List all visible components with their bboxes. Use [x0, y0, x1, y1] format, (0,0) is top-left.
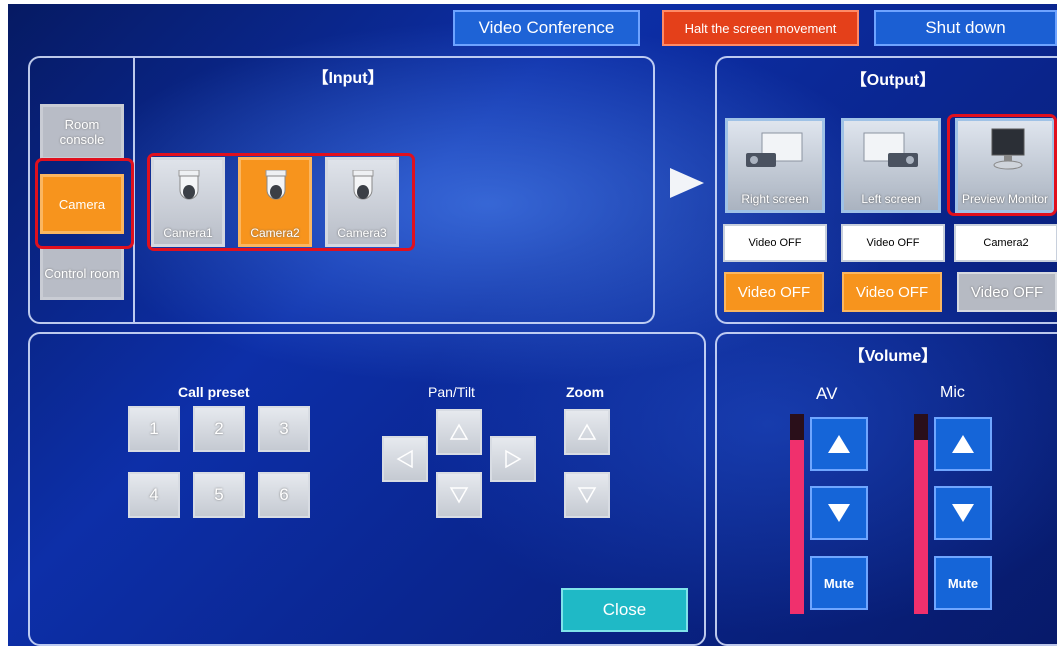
av-level-fill	[790, 440, 804, 614]
pan-tilt-label: Pan/Tilt	[428, 384, 475, 400]
mic-level-fill	[914, 440, 928, 614]
camera-source-highlight	[35, 158, 134, 249]
close-button[interactable]: Close	[561, 588, 688, 632]
video-conference-button[interactable]: Video Conference	[453, 10, 640, 46]
output-status: Video OFF	[841, 224, 945, 262]
av-volume-down-button[interactable]	[810, 486, 868, 540]
output-right-screen-button[interactable]: Right screen	[725, 118, 825, 213]
arrow-down-icon	[449, 487, 469, 504]
pan-right-button[interactable]	[490, 436, 536, 482]
av-label: AV	[816, 384, 838, 403]
av-level-meter	[790, 414, 804, 614]
output-title: 【Output】	[850, 72, 936, 89]
tilt-up-button[interactable]	[436, 409, 482, 455]
preview-monitor-highlight	[947, 114, 1057, 216]
mic-volume-down-button[interactable]	[934, 486, 992, 540]
volume-panel	[715, 332, 1057, 646]
zoom-out-button[interactable]	[564, 472, 610, 518]
pan-left-button[interactable]	[382, 436, 428, 482]
shut-down-button[interactable]: Shut down	[874, 10, 1057, 46]
mic-volume-up-button[interactable]	[934, 417, 992, 471]
arrow-down-icon	[828, 504, 850, 522]
preset-3-button[interactable]: 3	[258, 406, 310, 452]
video-off-button[interactable]: Video OFF	[842, 272, 942, 312]
route-arrow-icon	[670, 168, 704, 198]
preset-5-button[interactable]: 5	[193, 472, 245, 518]
projector-icon	[863, 132, 918, 167]
input-title: 【Input】	[312, 70, 384, 87]
arrow-right-icon	[505, 449, 522, 469]
output-label: Right screen	[741, 192, 809, 206]
preset-1-button[interactable]: 1	[128, 406, 180, 452]
projector-icon	[746, 132, 803, 167]
control-screen: Video Conference Halt the screen movemen…	[8, 4, 1057, 646]
arrow-down-icon	[577, 487, 597, 504]
zoom-label: Zoom	[566, 384, 605, 400]
output-label: Left screen	[861, 192, 921, 206]
preset-4-button[interactable]: 4	[128, 472, 180, 518]
arrow-up-icon	[952, 435, 974, 453]
video-off-button[interactable]: Video OFF	[957, 272, 1057, 312]
call-preset-label: Call preset	[178, 384, 250, 400]
tilt-down-button[interactable]	[436, 472, 482, 518]
arrow-left-icon	[396, 449, 413, 469]
halt-screen-movement-button[interactable]: Halt the screen movement	[662, 10, 859, 46]
camera-selection-highlight	[147, 153, 415, 251]
volume-title: 【Volume】	[848, 348, 938, 365]
mic-mute-button[interactable]: Mute	[934, 556, 992, 610]
av-volume-up-button[interactable]	[810, 417, 868, 471]
source-room-console-button[interactable]: Room console	[40, 104, 124, 160]
av-mute-button[interactable]: Mute	[810, 556, 868, 610]
arrow-up-icon	[577, 423, 597, 440]
source-control-room-button[interactable]: Control room	[40, 246, 124, 300]
output-left-screen-button[interactable]: Left screen	[841, 118, 941, 213]
source-label: Control room	[44, 265, 120, 281]
arrow-down-icon	[952, 504, 974, 522]
output-status: Video OFF	[723, 224, 827, 262]
preset-2-button[interactable]: 2	[193, 406, 245, 452]
mic-label: Mic	[940, 384, 965, 401]
preset-6-button[interactable]: 6	[258, 472, 310, 518]
arrow-up-icon	[828, 435, 850, 453]
zoom-in-button[interactable]	[564, 409, 610, 455]
arrow-up-icon	[449, 423, 469, 440]
output-status: Camera2	[954, 224, 1057, 262]
video-off-button[interactable]: Video OFF	[724, 272, 824, 312]
source-label: Room console	[59, 117, 105, 147]
mic-level-meter	[914, 414, 928, 614]
